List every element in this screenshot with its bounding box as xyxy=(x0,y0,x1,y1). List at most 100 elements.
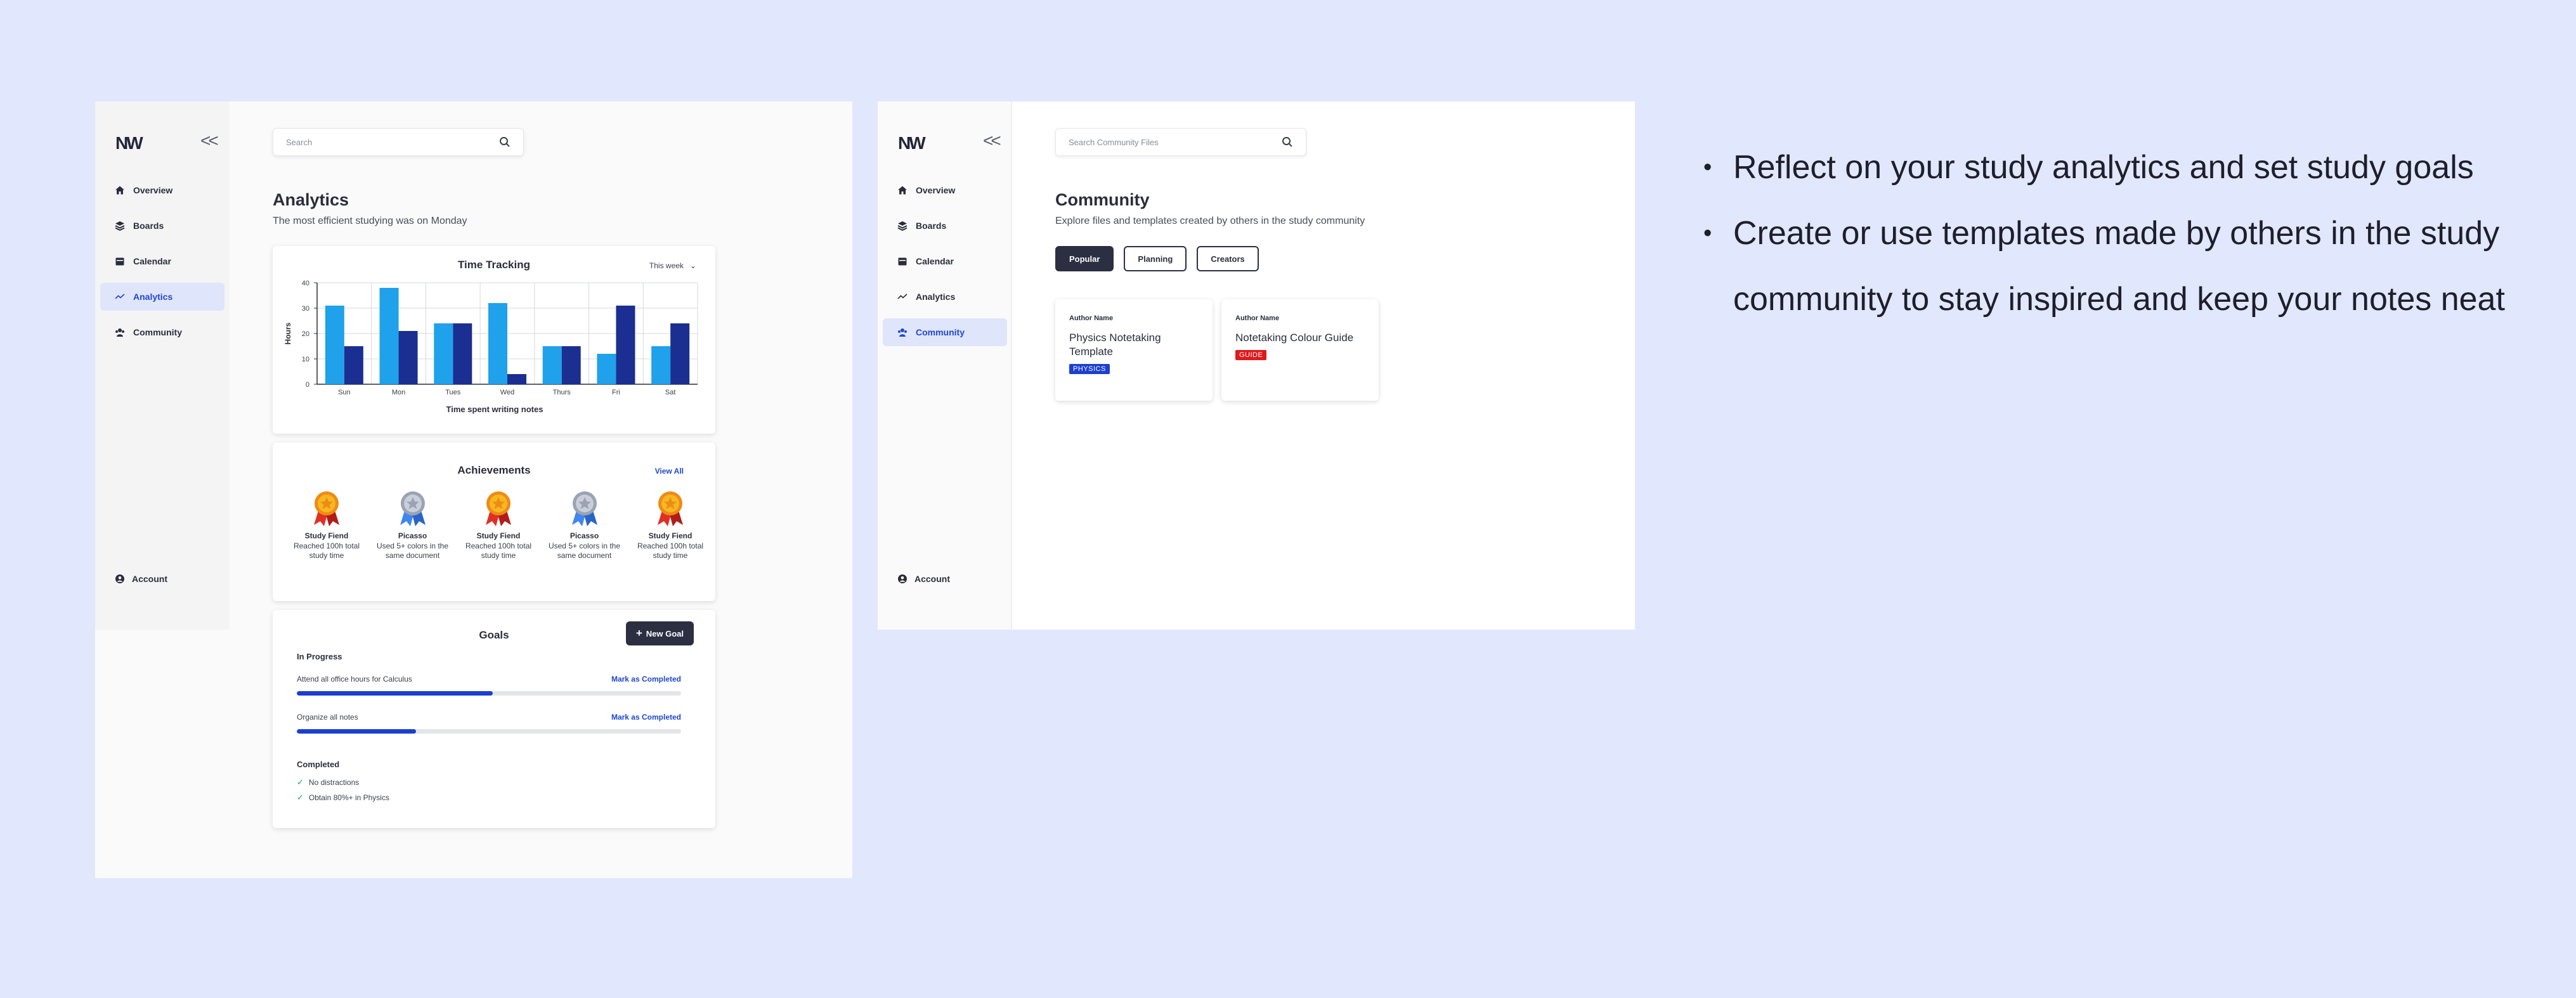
achievement-name: Study Fiend xyxy=(476,531,521,540)
sidebar-item-calendar[interactable]: Calendar xyxy=(100,247,224,275)
check-icon: ✓ xyxy=(297,793,304,802)
mark-completed-button[interactable]: Mark as Completed xyxy=(611,675,681,684)
view-all-link[interactable]: View All xyxy=(655,467,684,476)
mark-completed-button[interactable]: Mark as Completed xyxy=(611,713,681,722)
y-axis-label: Hours xyxy=(283,322,292,344)
achievement-description: Reached 100h total study time xyxy=(465,541,532,560)
sidebar-item-analytics[interactable]: Analytics xyxy=(883,283,1007,311)
filter-chip-popular[interactable]: Popular xyxy=(1055,246,1114,271)
sidebar-item-label: Calendar xyxy=(133,256,171,266)
completed-label: Completed xyxy=(297,760,340,769)
search-bar[interactable]: Search Community Files xyxy=(1055,128,1306,156)
achievements-card: Achievements View All Study Fiend Reached… xyxy=(273,443,715,601)
filter-chips: Popular Planning Creators xyxy=(1055,246,1269,271)
app-logo[interactable]: NW xyxy=(898,133,926,153)
filter-chip-planning[interactable]: Planning xyxy=(1124,246,1187,271)
page-subtitle: Explore files and templates created by o… xyxy=(1055,216,1365,226)
gold-medal-icon xyxy=(461,489,536,528)
achievement-name: Picasso xyxy=(569,531,599,540)
sidebar-item-label: Calendar xyxy=(916,256,954,266)
achievement-description: Reached 100h total study time xyxy=(293,541,360,560)
sidebar-item-calendar[interactable]: Calendar xyxy=(883,247,1007,275)
page-title: Community xyxy=(1055,190,1150,209)
achievement-item[interactable]: Picasso Used 5+ colors in the same docume… xyxy=(547,489,622,561)
bar-tues-series-2 xyxy=(453,323,472,384)
file-card[interactable]: Author Name Physics Notetaking Template … xyxy=(1055,299,1213,401)
file-tag: PHYSICS xyxy=(1069,364,1110,374)
layers-icon xyxy=(897,220,908,231)
sidebar-item-account[interactable]: Account xyxy=(114,573,167,585)
bar-thurs-series-2 xyxy=(561,346,581,384)
goal-item: Attend all office hours for Calculus Mar… xyxy=(297,675,681,696)
page-subtitle: The most efficient studying was on Monda… xyxy=(273,216,467,226)
collapse-sidebar-icon[interactable]: << xyxy=(983,131,1001,151)
y-tick-label: 10 xyxy=(302,356,309,363)
community-icon xyxy=(897,327,908,338)
goal-progress-fill xyxy=(297,729,416,734)
sidebar-item-overview[interactable]: Overview xyxy=(100,176,224,204)
goal-progress-fill xyxy=(297,691,493,696)
x-tick-label: Sat xyxy=(665,389,676,396)
file-title: Physics Notetaking Template xyxy=(1069,332,1161,358)
file-card[interactable]: Author Name Notetaking Colour Guide GUID… xyxy=(1221,299,1379,401)
calendar-icon xyxy=(114,256,126,267)
sidebar-nav: Overview Boards Calendar Analytics Commu… xyxy=(883,176,1007,354)
sidebar-item-label: Community xyxy=(133,327,182,337)
bar-mon-series-1 xyxy=(379,288,399,384)
completed-goal-label: No distractions xyxy=(308,778,360,787)
plus-icon: + xyxy=(635,627,642,639)
bar-tues-series-1 xyxy=(434,323,453,384)
goals-card: Goals + New Goal In Progress Attend all … xyxy=(273,610,715,828)
calendar-icon xyxy=(897,256,908,267)
x-axis-label: Time spent writing notes xyxy=(446,405,543,414)
bar-fri-series-2 xyxy=(616,306,635,384)
achievement-item[interactable]: Study Fiend Reached 100h total study time xyxy=(633,489,708,561)
new-goal-label: New Goal xyxy=(646,628,684,638)
account-label: Account xyxy=(132,574,167,584)
bar-wed-series-1 xyxy=(488,303,507,384)
achievement-list: Study Fiend Reached 100h total study time… xyxy=(289,489,708,561)
sidebar-item-analytics[interactable]: Analytics xyxy=(100,283,224,311)
achievement-item[interactable]: Study Fiend Reached 100h total study time xyxy=(289,489,364,561)
sidebar-item-overview[interactable]: Overview xyxy=(883,176,1007,204)
search-bar[interactable]: Search xyxy=(273,128,524,156)
sidebar-nav: Overview Boards Calendar Analytics Commu… xyxy=(100,176,224,354)
achievement-name: Study Fiend xyxy=(304,531,349,540)
filter-chip-creators[interactable]: Creators xyxy=(1197,246,1259,271)
sidebar-item-boards[interactable]: Boards xyxy=(100,212,224,240)
page-title: Analytics xyxy=(273,190,349,209)
new-goal-button[interactable]: + New Goal xyxy=(625,621,694,645)
account-icon xyxy=(897,573,908,585)
home-icon xyxy=(897,185,908,196)
sidebar-item-account[interactable]: Account xyxy=(897,573,950,585)
check-icon: ✓ xyxy=(297,777,304,787)
sidebar-item-community[interactable]: Community xyxy=(100,318,224,346)
file-author: Author Name xyxy=(1235,314,1280,322)
sidebar-item-boards[interactable]: Boards xyxy=(883,212,1007,240)
file-title: Notetaking Colour Guide xyxy=(1235,332,1354,344)
app-logo[interactable]: NW xyxy=(115,133,143,153)
collapse-sidebar-icon[interactable]: << xyxy=(200,131,219,151)
goal-item: Organize all notes Mark as Completed xyxy=(297,713,681,734)
achievement-item[interactable]: Study Fiend Reached 100h total study time xyxy=(461,489,536,561)
in-progress-label: In Progress xyxy=(297,652,342,661)
sidebar-item-community[interactable]: Community xyxy=(883,318,1007,346)
y-tick-label: 20 xyxy=(302,330,309,338)
achievement-name: Study Fiend xyxy=(648,531,693,540)
trend-icon xyxy=(114,291,126,302)
search-icon[interactable] xyxy=(499,136,511,148)
search-input[interactable]: Search Community Files xyxy=(1069,138,1159,147)
gold-medal-icon xyxy=(633,489,708,528)
sidebar-item-label: Boards xyxy=(916,221,947,231)
achievement-item[interactable]: Picasso Used 5+ colors in the same docume… xyxy=(375,489,450,561)
goal-progress-bar xyxy=(297,729,681,734)
completed-goal: ✓ No distractions xyxy=(297,777,359,787)
search-input[interactable]: Search xyxy=(286,138,312,147)
trend-icon xyxy=(897,291,908,302)
search-icon[interactable] xyxy=(1282,136,1293,148)
achievement-name: Picasso xyxy=(398,531,427,540)
bullet-item: Create or use templates made by others i… xyxy=(1697,200,2521,332)
bar-sun-series-2 xyxy=(344,346,363,384)
layers-icon xyxy=(114,220,126,231)
silver-medal-icon xyxy=(547,489,622,528)
